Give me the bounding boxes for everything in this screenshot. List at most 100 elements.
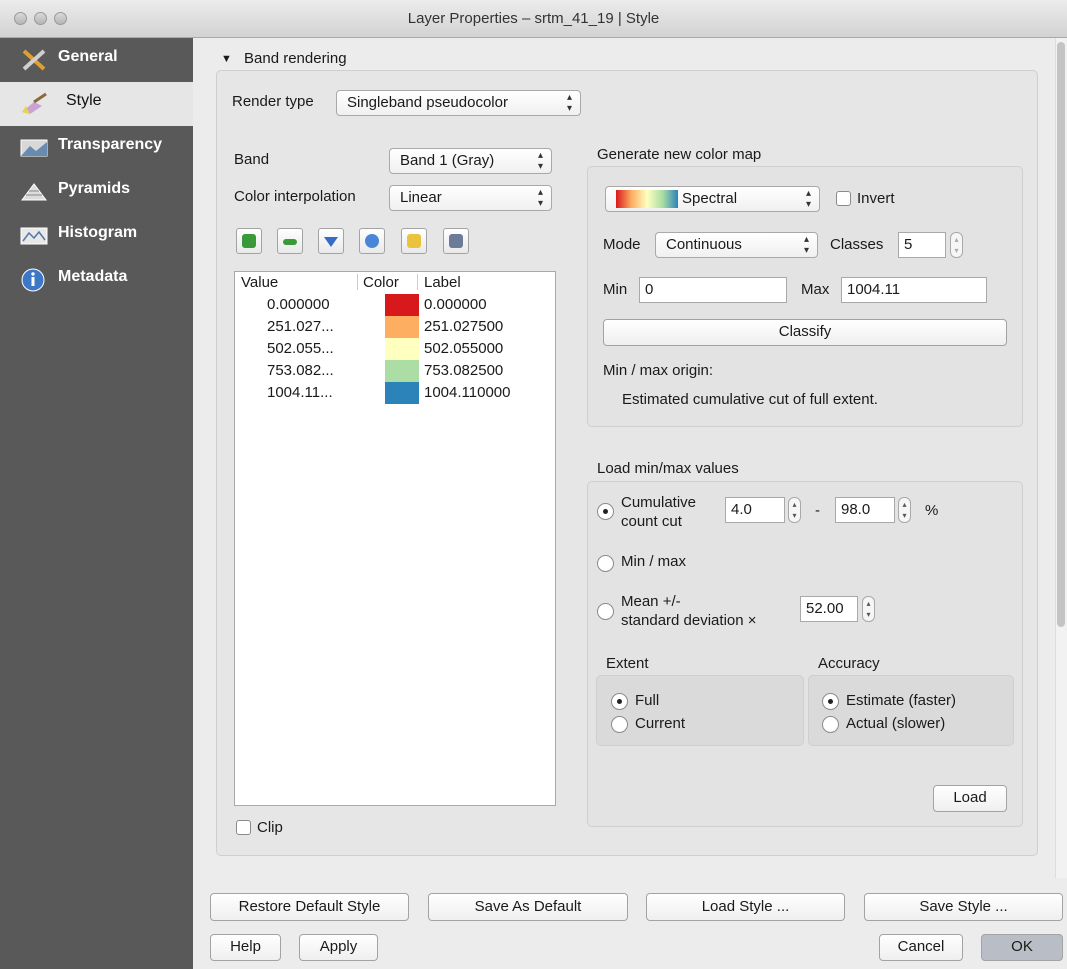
title-bar: Layer Properties – srtm_41_19 | Style: [0, 0, 1067, 38]
window-title: Layer Properties – srtm_41_19 | Style: [407, 10, 660, 27]
collapse-triangle-icon[interactable]: ▼: [221, 53, 232, 65]
sidebar-item-pyramids[interactable]: Pyramids: [0, 170, 193, 214]
sort-entries-button[interactable]: [318, 228, 344, 254]
mean-stddev-radio[interactable]: [597, 603, 614, 620]
cut-low-input[interactable]: 4.0: [725, 497, 785, 523]
invert-checkbox[interactable]: [836, 191, 851, 206]
mode-value: Continuous: [666, 236, 742, 253]
row-value: 753.082...: [267, 362, 334, 379]
row-color-swatch[interactable]: [385, 294, 419, 316]
reload-button[interactable]: [359, 228, 385, 254]
color-ramp-value: Spectral: [682, 190, 738, 207]
stddev-spinner[interactable]: ▴ ▾: [862, 596, 875, 622]
save-style-button[interactable]: Save Style ...: [864, 893, 1063, 921]
clip-checkbox[interactable]: [236, 820, 251, 835]
add-entry-button[interactable]: [236, 228, 262, 254]
mean-label-line2: standard deviation ×: [621, 612, 757, 629]
cut-high-spinner[interactable]: ▴ ▾: [898, 497, 911, 523]
row-label: 502.055000: [424, 340, 504, 357]
updown-arrows-icon: ▴ ▾: [537, 187, 543, 209]
stddev-input[interactable]: 52.00: [800, 596, 858, 622]
band-value: Band 1 (Gray): [400, 152, 495, 169]
table-row[interactable]: 0.000000 0.000000: [235, 294, 555, 316]
invert-label: Invert: [857, 190, 895, 207]
remove-entry-button[interactable]: [277, 228, 303, 254]
minmax-label: Min / max: [621, 553, 687, 570]
table-row[interactable]: 502.055... 502.055000: [235, 338, 555, 360]
accuracy-estimate-radio[interactable]: [822, 693, 839, 710]
sidebar: General Style Transparency Pyramids Hist…: [0, 38, 193, 969]
updown-arrows-icon: ▴ ▾: [537, 150, 543, 172]
mean-label: Mean +/-: [621, 593, 681, 610]
help-button[interactable]: Help: [210, 934, 281, 961]
cumulative-label-line2: count cut: [621, 513, 682, 530]
mode-label: Mode: [603, 236, 641, 253]
extent-full-radio[interactable]: [611, 693, 628, 710]
load-style-button[interactable]: Load Style ...: [646, 893, 845, 921]
save-as-default-button[interactable]: Save As Default: [428, 893, 628, 921]
row-value: 251.027...: [267, 318, 334, 335]
column-header-color[interactable]: Color: [363, 274, 399, 291]
sidebar-item-transparency[interactable]: Transparency: [0, 126, 193, 170]
sidebar-item-style[interactable]: Style: [0, 82, 193, 126]
row-color-swatch[interactable]: [385, 316, 419, 338]
restore-default-style-button[interactable]: Restore Default Style: [210, 893, 409, 921]
sidebar-item-general[interactable]: General: [0, 38, 193, 82]
row-color-swatch[interactable]: [385, 360, 419, 382]
interpolation-select[interactable]: Linear ▴ ▾: [389, 185, 552, 211]
ok-button[interactable]: OK: [981, 934, 1063, 961]
down-triangle-icon: [324, 237, 338, 247]
row-value: 1004.11...: [267, 384, 333, 401]
apply-button[interactable]: Apply: [299, 934, 378, 961]
color-map-table[interactable]: Value Color Label 0.000000 0.000000 251.…: [234, 271, 556, 806]
accuracy-actual-radio[interactable]: [822, 716, 839, 733]
classify-button[interactable]: Classify: [603, 319, 1007, 346]
row-label: 753.082500: [424, 362, 504, 379]
load-file-button[interactable]: [401, 228, 427, 254]
load-minmax-group: [587, 481, 1023, 827]
sidebar-item-histogram[interactable]: Histogram: [0, 214, 193, 258]
classes-input[interactable]: 5: [898, 232, 946, 258]
scrollbar-thumb[interactable]: [1057, 42, 1065, 627]
band-select[interactable]: Band 1 (Gray) ▴ ▾: [389, 148, 552, 174]
min-max-origin-value: Estimated cumulative cut of full extent.: [622, 391, 878, 408]
folder-icon: [407, 234, 421, 248]
table-row[interactable]: 753.082... 753.082500: [235, 360, 555, 382]
sidebar-item-metadata[interactable]: Metadata: [0, 258, 193, 302]
max-label: Max: [801, 281, 830, 298]
render-type-label: Render type: [232, 93, 314, 110]
cut-low-spinner[interactable]: ▴ ▾: [788, 497, 801, 523]
minmax-radio[interactable]: [597, 555, 614, 572]
row-color-swatch[interactable]: [385, 382, 419, 404]
accuracy-group: [808, 675, 1014, 746]
row-color-swatch[interactable]: [385, 338, 419, 360]
row-label: 0.000000: [424, 296, 487, 313]
mode-select[interactable]: Continuous ▴ ▾: [655, 232, 818, 258]
sidebar-item-label: Metadata: [58, 268, 128, 285]
tools-icon: [22, 49, 46, 71]
header-divider: [417, 274, 418, 290]
max-input[interactable]: 1004.11: [841, 277, 987, 303]
export-file-button[interactable]: [443, 228, 469, 254]
extent-group: [596, 675, 804, 746]
sidebar-item-label: Transparency: [58, 136, 163, 153]
classes-spinner[interactable]: ▴ ▾: [950, 232, 963, 258]
min-input[interactable]: 0: [639, 277, 787, 303]
cancel-button[interactable]: Cancel: [879, 934, 963, 961]
classes-label: Classes: [830, 236, 884, 253]
cut-unit-label: %: [925, 502, 939, 519]
cut-high-input[interactable]: 98.0: [835, 497, 895, 523]
refresh-icon: [365, 234, 379, 248]
table-row[interactable]: 251.027... 251.027500: [235, 316, 555, 338]
updown-arrows-icon: ▴ ▾: [566, 92, 572, 114]
interpolation-value: Linear: [400, 189, 442, 206]
column-header-value[interactable]: Value: [241, 274, 278, 291]
extent-current-radio[interactable]: [611, 716, 628, 733]
table-row[interactable]: 1004.11... 1004.110000: [235, 382, 555, 404]
cumulative-cut-radio[interactable]: [597, 503, 614, 520]
column-header-label[interactable]: Label: [424, 274, 461, 291]
render-type-select[interactable]: Singleband pseudocolor ▴ ▾: [336, 90, 581, 116]
color-ramp-select[interactable]: Spectral ▴ ▾: [605, 186, 820, 212]
load-button[interactable]: Load: [933, 785, 1007, 812]
accuracy-actual-label: Actual (slower): [846, 715, 946, 732]
